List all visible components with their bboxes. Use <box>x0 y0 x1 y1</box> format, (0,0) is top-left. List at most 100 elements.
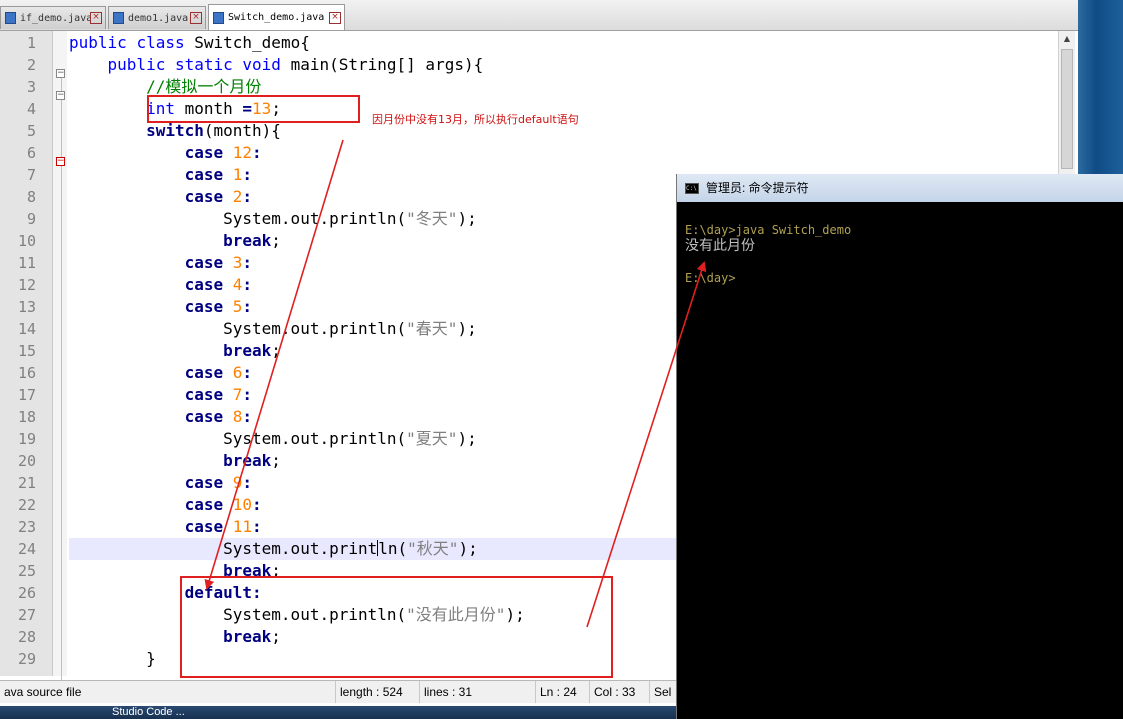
code-token: switch <box>146 121 204 140</box>
fold-toggle-icon[interactable]: − <box>56 157 65 166</box>
fold-guide <box>61 78 62 698</box>
line-number: 25 <box>17 562 36 580</box>
code-token: ); <box>458 539 478 558</box>
scrollbar-thumb[interactable] <box>1061 49 1073 169</box>
code-token: : <box>242 407 253 426</box>
tab-demo1[interactable]: demo1.java × <box>108 6 206 29</box>
command-prompt-window[interactable]: C:\ 管理员: 命令提示符 E:\day>java Switch_demo 没有… <box>676 174 1123 719</box>
annotation-box-month <box>147 95 360 123</box>
code-token: 1 <box>232 165 243 184</box>
code-line[interactable]: public class Switch_demo{ <box>69 32 1069 54</box>
line-number: 10 <box>17 232 36 250</box>
status-length: length : 524 <box>336 681 420 703</box>
code-line[interactable]: case 12: <box>69 142 1069 164</box>
annotation-text: 因月份中没有13月，所以执行default语句 <box>372 113 579 126</box>
status-col: Col : 33 <box>590 681 650 703</box>
code-token: public <box>69 33 127 52</box>
cmd-icon: C:\ <box>685 183 699 194</box>
line-number: 14 <box>17 320 36 338</box>
code-token: : <box>242 297 253 316</box>
line-number: 28 <box>17 628 36 646</box>
code-token: : <box>252 495 262 514</box>
code-token: case <box>184 143 224 162</box>
code-token: : <box>252 143 262 162</box>
close-icon[interactable]: × <box>329 11 341 24</box>
close-icon[interactable]: × <box>190 12 202 24</box>
code-line[interactable]: public static void main(String[] args){ <box>69 54 1069 76</box>
code-token: 8 <box>232 407 243 426</box>
code-token: case <box>184 297 224 316</box>
code-token: public <box>107 55 166 74</box>
line-number: 18 <box>17 408 36 426</box>
code-token: : <box>252 517 262 536</box>
code-token: : <box>242 165 253 184</box>
line-number: 16 <box>17 364 36 382</box>
code-token: //模拟一个月份 <box>146 77 262 96</box>
line-number: 13 <box>17 298 36 316</box>
code-token: System.out.print <box>69 539 378 558</box>
annotation-box-default <box>180 576 613 678</box>
code-token: case <box>184 253 224 272</box>
line-number: 2 <box>26 56 36 74</box>
code-token: 3 <box>232 253 243 272</box>
code-token: 4 <box>232 275 243 294</box>
code-token: (month){ <box>203 121 281 140</box>
fold-margin <box>53 31 67 676</box>
line-number: 21 <box>17 474 36 492</box>
scroll-up-icon[interactable]: ▲ <box>1059 31 1075 47</box>
code-token: : <box>242 187 253 206</box>
tab-switch-demo[interactable]: Switch_demo.java × <box>208 4 345 30</box>
close-icon[interactable]: × <box>90 12 102 24</box>
line-number: 20 <box>17 452 36 470</box>
line-number: 17 <box>17 386 36 404</box>
console-line: E:\day> <box>685 271 736 285</box>
code-token: Switch_demo{ <box>184 33 310 52</box>
code-token: case <box>184 187 224 206</box>
code-token: : <box>242 385 253 404</box>
java-file-icon <box>113 12 124 24</box>
code-token: static <box>174 55 233 74</box>
line-number: 23 <box>17 518 36 536</box>
code-token: 7 <box>232 385 243 404</box>
taskbar-item[interactable]: Studio Code ... <box>112 706 185 719</box>
line-number: 3 <box>26 78 36 96</box>
tab-if-demo[interactable]: if_demo.java × <box>0 6 106 29</box>
java-file-icon <box>213 11 224 24</box>
code-token: : <box>242 473 253 492</box>
code-token: 5 <box>232 297 243 316</box>
tab-label: demo1.java <box>128 12 189 24</box>
code-token: case <box>184 275 224 294</box>
line-number: 8 <box>26 188 36 206</box>
code-token: case <box>184 363 224 382</box>
line-number: 24 <box>17 540 36 558</box>
code-token: ; <box>271 231 281 250</box>
fold-toggle-icon[interactable]: − <box>56 91 65 100</box>
code-token: 9 <box>232 473 243 492</box>
console-output[interactable]: E:\day>java Switch_demo 没有此月份 E:\day> <box>685 222 1115 286</box>
line-number: 27 <box>17 606 36 624</box>
console-titlebar[interactable]: C:\ 管理员: 命令提示符 <box>677 174 1123 202</box>
line-number: 11 <box>17 254 36 272</box>
code-token: case <box>184 473 224 492</box>
fold-toggle-icon[interactable]: − <box>56 69 65 78</box>
